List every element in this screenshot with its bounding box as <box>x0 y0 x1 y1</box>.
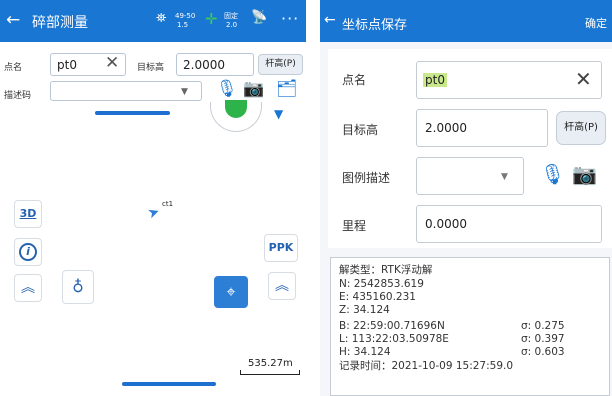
position-info-panel: 解类型：RTK浮动解 N: 2542853.619 E: 435160.231 … <box>330 257 610 396</box>
right-screen: ← 坐标点保存 确定 点名 pt0 ✕ 目标高 2.0000 杆高(P) 图例描… <box>320 0 612 396</box>
description-select[interactable]: ▼ <box>50 81 202 101</box>
fix-age: 2.0 <box>226 21 238 29</box>
info-icon: i <box>19 243 37 261</box>
height-sigma: σ: 0.603 <box>521 346 565 358</box>
point-name-input[interactable]: pt0 ✕ <box>416 61 602 99</box>
dropdown-arrow-icon: ▼ <box>181 87 188 97</box>
legend-description-label: 图例描述 <box>342 171 391 185</box>
microphone-icon[interactable]: 🎙 <box>216 79 238 99</box>
save-form: 点名 pt0 ✕ 目标高 2.0000 杆高(P) 图例描述 ▼ 🎙 📷 里程 … <box>328 49 612 248</box>
mileage-value: 0.0000 <box>425 217 467 231</box>
attachment-icon[interactable]: 🗂 <box>276 79 298 99</box>
back-arrow-icon[interactable]: ← <box>324 12 336 28</box>
satellite-count: 49-50 <box>175 12 196 20</box>
northing: N: 2542853.619 <box>339 278 424 290</box>
info-button[interactable]: i <box>14 238 42 266</box>
pole-height-button[interactable]: 杆高(P) <box>258 54 303 75</box>
radio-device-icon[interactable]: 📡 <box>251 10 267 25</box>
location-pin-icon: ⌖ <box>226 282 236 301</box>
point-name-label: 点名 <box>4 63 23 73</box>
legend-description-select[interactable]: ▼ <box>416 157 524 195</box>
expand-up-button[interactable]: ︽ <box>268 272 296 300</box>
longitude-sigma: σ: 0.397 <box>521 333 565 345</box>
target-height-input[interactable]: 2.0000 <box>176 53 254 76</box>
left-screen: ← 碎部测量 ⛯ 49-50 1.5 ✛ 固定 2.0 📡 ··· 点名 pt0… <box>0 0 306 396</box>
solution-type: 解类型：RTK浮动解 <box>339 264 433 276</box>
ppk-button[interactable]: PPK <box>264 234 298 262</box>
mileage-label: 里程 <box>342 219 367 233</box>
point-label: ct1 <box>162 200 174 208</box>
record-time: 记录时间：2021-10-09 15:27:59.0 <box>339 360 514 372</box>
target-height-label: 目标高 <box>137 63 165 73</box>
target-height-value: 2.0000 <box>425 121 467 135</box>
compass-ring[interactable] <box>210 100 262 132</box>
latitude-sigma: σ: 0.275 <box>521 320 565 332</box>
page-title: 碎部测量 <box>32 15 88 31</box>
elevation-z: Z: 34.124 <box>339 304 390 316</box>
satellite-pdop: 1.5 <box>177 21 189 29</box>
target-height-value: 2.0000 <box>183 58 225 72</box>
height: H: 34.124 <box>339 346 391 358</box>
pole-height-button[interactable]: 杆高(P) <box>556 111 606 145</box>
form-area: 点名 pt0 ✕ 目标高 2.0000 杆高(P) 描述码 ▼ 🎙 📷 🗂 <box>0 48 306 108</box>
longitude: L: 113:22:03.50978E <box>339 333 449 345</box>
fix-cross-icon[interactable]: ✛ <box>205 10 218 28</box>
latitude: B: 22:59:00.71696N <box>339 320 445 332</box>
survey-point-icon[interactable]: ➤ <box>146 203 162 222</box>
map-top-handle <box>95 111 170 115</box>
clear-icon[interactable]: ✕ <box>575 67 592 91</box>
description-label: 描述码 <box>4 91 32 101</box>
top-bar: ← 碎部测量 ⛯ 49-50 1.5 ✛ 固定 2.0 📡 ··· <box>0 0 306 42</box>
back-arrow-icon[interactable]: ← <box>6 10 20 30</box>
dropdown-arrow-icon: ▼ <box>501 172 508 182</box>
collect-point-button[interactable]: ⌖ <box>214 276 248 308</box>
top-bar: ← 坐标点保存 确定 <box>320 0 612 42</box>
point-name-input[interactable]: pt0 ✕ <box>50 53 126 76</box>
point-name-label: 点名 <box>342 73 367 87</box>
confirm-button[interactable]: 确定 <box>585 15 607 31</box>
scale-text: 535.27m <box>248 358 293 369</box>
microphone-icon[interactable]: 🎙 <box>540 162 565 186</box>
point-name-value: pt0 <box>423 73 447 87</box>
fix-status: 固定 <box>224 12 238 20</box>
easting: E: 435160.231 <box>339 291 416 303</box>
point-name-value: pt0 <box>57 58 77 72</box>
clear-icon[interactable]: ✕ <box>105 53 119 73</box>
target-height-input[interactable]: 2.0000 <box>416 109 548 147</box>
mileage-input[interactable]: 0.0000 <box>416 205 602 243</box>
page-title: 坐标点保存 <box>342 18 408 33</box>
camera-icon[interactable]: 📷 <box>572 162 597 186</box>
map-view[interactable]: ▼ ➤ ct1 3D i ︽ ♁ PPK ︽ ⌖ 535.27m <box>0 100 306 396</box>
more-menu-icon[interactable]: ··· <box>281 9 299 28</box>
gps-status-dot <box>225 100 247 118</box>
collapse-up-button[interactable]: ︽ <box>14 274 42 302</box>
target-pole-button[interactable]: ♁ <box>62 270 94 304</box>
satellite-icon[interactable]: ⛯ <box>156 11 166 26</box>
target-height-label: 目标高 <box>342 123 379 137</box>
scale-bar <box>240 370 300 375</box>
map-bottom-handle[interactable] <box>122 382 216 386</box>
3d-view-button[interactable]: 3D <box>14 200 42 228</box>
camera-icon[interactable]: 📷 <box>243 79 264 99</box>
north-arrow-icon: ▼ <box>274 107 284 121</box>
